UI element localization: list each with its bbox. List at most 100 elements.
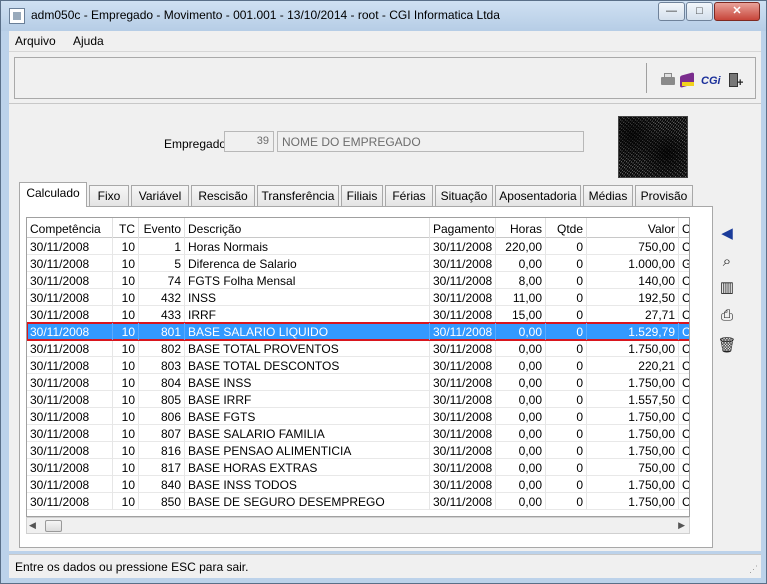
table-row[interactable]: 30/11/2008 10 74 FGTS Folha Mensal 30/11/200… — [27, 272, 689, 289]
tab-fixo[interactable]: Fixo — [89, 185, 129, 206]
table-row[interactable]: 30/11/2008 10 5 Diferenca de Salario 30/11/2… — [27, 255, 689, 272]
col-competencia[interactable]: Competência — [27, 218, 113, 238]
cell-qtde: 0 — [546, 238, 587, 255]
tab-provisao[interactable]: Provisão — [635, 185, 693, 206]
cell-valor: 1.529,79 — [587, 323, 679, 340]
cell-o: C — [679, 340, 689, 357]
cell-o: G — [679, 255, 689, 272]
col-qtde[interactable]: Qtde — [546, 218, 587, 238]
print-icon[interactable]: ⎙ — [717, 306, 737, 326]
cell-qtde: 0 — [546, 476, 587, 493]
table-row[interactable]: 30/11/2008 10 432 INSS 30/11/2008 11,00 0 192,5… — [27, 289, 689, 306]
employee-code-field[interactable]: 39 — [224, 131, 274, 152]
scroll-thumb[interactable] — [45, 520, 62, 532]
cell-pagamento: 30/11/2008 — [430, 459, 496, 476]
tab-situacao[interactable]: Situação — [435, 185, 493, 206]
table-row[interactable]: 30/11/2008 10 806 BASE FGTS 30/11/2008 0,00 0 1… — [27, 408, 689, 425]
employee-photo[interactable] — [618, 116, 688, 178]
table-row[interactable]: 30/11/2008 10 816 BASE PENSAO ALIMENTICIA 30… — [27, 442, 689, 459]
cell-horas: 0,00 — [496, 374, 546, 391]
cell-pagamento: 30/11/2008 — [430, 289, 496, 306]
col-evento[interactable]: Evento — [139, 218, 185, 238]
maximize-button[interactable]: □ — [686, 2, 713, 21]
table-row[interactable]: 30/11/2008 10 803 BASE TOTAL DESCONTOS 30/11… — [27, 357, 689, 374]
book-icon[interactable] — [679, 72, 695, 88]
exit-icon[interactable]: + — [727, 72, 743, 89]
cell-horas: 15,00 — [496, 306, 546, 323]
tab-calculado[interactable]: Calculado — [19, 182, 87, 207]
filter-icon[interactable]: ◀ — [717, 224, 737, 244]
cell-descricao: BASE SALARIO LIQUIDO — [185, 323, 430, 340]
title-bar[interactable]: adm050c - Empregado - Movimento - 001.00… — [1, 1, 766, 31]
table-row[interactable]: 30/11/2008 10 1 Horas Normais 30/11/2008 220,… — [27, 238, 689, 255]
columns-icon[interactable]: ▥ — [717, 278, 737, 298]
cell-horas: 0,00 — [496, 255, 546, 272]
table-row[interactable]: 30/11/2008 10 801 BASE SALARIO LIQUIDO 30/11… — [27, 322, 689, 341]
table-row[interactable]: 30/11/2008 10 840 BASE INSS TODOS 30/11/2008… — [27, 476, 689, 493]
search-icon[interactable]: ⌕ — [717, 252, 737, 272]
cell-horas: 0,00 — [496, 442, 546, 459]
table-row[interactable]: 30/11/2008 10 802 BASE TOTAL PROVENTOS 30/11… — [27, 340, 689, 357]
cell-competencia: 30/11/2008 — [27, 340, 113, 357]
table-row[interactable]: 30/11/2008 10 807 BASE SALARIO FAMILIA 30/11… — [27, 425, 689, 442]
tab-ferias[interactable]: Férias — [385, 185, 433, 206]
col-horas[interactable]: Horas — [496, 218, 546, 238]
status-bar: Entre os dados ou pressione ESC para sai… — [9, 554, 761, 578]
cgi-logo[interactable]: CGi — [701, 75, 721, 91]
cell-valor: 1.750,00 — [587, 374, 679, 391]
cell-descricao: INSS — [185, 289, 430, 306]
menu-ajuda[interactable]: Ajuda — [73, 34, 104, 48]
col-pagamento[interactable]: Pagamento — [430, 218, 496, 238]
cell-pagamento: 30/11/2008 — [430, 408, 496, 425]
printer-icon[interactable] — [660, 72, 676, 88]
col-o[interactable]: O — [679, 218, 689, 238]
cell-tc: 10 — [113, 289, 139, 306]
cell-pagamento: 30/11/2008 — [430, 323, 496, 340]
cell-pagamento: 30/11/2008 — [430, 255, 496, 272]
tab-aposentadoria[interactable]: Aposentadoria — [495, 185, 581, 206]
tab-transferencia[interactable]: Transferência — [257, 185, 339, 206]
table-row[interactable]: 30/11/2008 10 817 BASE HORAS EXTRAS 30/11/20… — [27, 459, 689, 476]
cell-evento: 1 — [139, 238, 185, 255]
scroll-right-icon[interactable]: ▶ — [678, 520, 685, 531]
table-row[interactable]: 30/11/2008 10 805 BASE IRRF 30/11/2008 0,00 0 1… — [27, 391, 689, 408]
events-grid[interactable]: Competência TC Evento Descrição Pagament… — [26, 217, 690, 517]
cell-competencia: 30/11/2008 — [27, 476, 113, 493]
cell-competencia: 30/11/2008 — [27, 357, 113, 374]
toolbar-frame: CGi + — [14, 57, 756, 99]
tab-variavel[interactable]: Variável — [131, 185, 189, 206]
minimize-button[interactable]: — — [658, 2, 685, 21]
menu-arquivo[interactable]: Arquivo — [15, 34, 56, 48]
cell-o: C — [679, 238, 689, 255]
col-descricao[interactable]: Descrição — [185, 218, 430, 238]
cell-evento: 807 — [139, 425, 185, 442]
cell-pagamento: 30/11/2008 — [430, 425, 496, 442]
horizontal-scrollbar[interactable]: ◀ ▶ — [26, 517, 690, 534]
cell-descricao: IRRF — [185, 306, 430, 323]
scroll-left-icon[interactable]: ◀ — [29, 520, 36, 531]
cell-pagamento: 30/11/2008 — [430, 272, 496, 289]
cell-competencia: 30/11/2008 — [27, 408, 113, 425]
cell-qtde: 0 — [546, 459, 587, 476]
cell-qtde: 0 — [546, 442, 587, 459]
cell-valor: 140,00 — [587, 272, 679, 289]
table-row[interactable]: 30/11/2008 10 804 BASE INSS 30/11/2008 0,00 0 1… — [27, 374, 689, 391]
cell-qtde: 0 — [546, 272, 587, 289]
cell-evento: 432 — [139, 289, 185, 306]
table-row[interactable]: 30/11/2008 10 850 BASE DE SEGURO DESEMPREGO… — [27, 493, 689, 510]
trash-icon[interactable]: 🗑 — [717, 336, 737, 356]
cell-descricao: BASE TOTAL DESCONTOS — [185, 357, 430, 374]
tab-rescisao[interactable]: Rescisão — [191, 185, 255, 206]
cell-valor: 1.000,00 — [587, 255, 679, 272]
col-valor[interactable]: Valor — [587, 218, 679, 238]
tab-medias[interactable]: Médias — [583, 185, 633, 206]
cell-qtde: 0 — [546, 340, 587, 357]
tab-filiais[interactable]: Filiais — [341, 185, 383, 206]
close-button[interactable]: ✕ — [714, 2, 760, 21]
resize-grip-icon[interactable]: ⋰ — [749, 564, 758, 575]
cell-evento: 5 — [139, 255, 185, 272]
col-tc[interactable]: TC — [113, 218, 139, 238]
table-row[interactable]: 30/11/2008 10 433 IRRF 30/11/2008 15,00 0 27,71… — [27, 306, 689, 323]
cell-pagamento: 30/11/2008 — [430, 493, 496, 510]
cell-qtde: 0 — [546, 357, 587, 374]
